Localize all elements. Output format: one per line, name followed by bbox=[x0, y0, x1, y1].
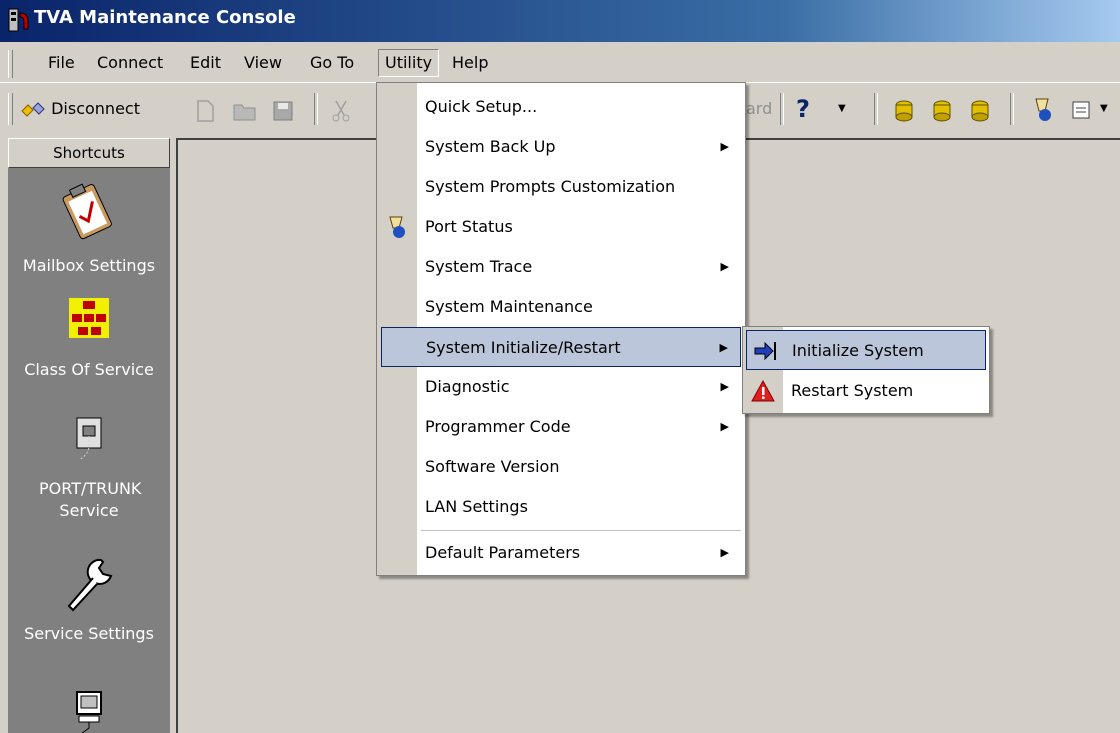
submenu-arrow-icon: ▶ bbox=[720, 420, 729, 433]
menu-utility[interactable]: Utility bbox=[378, 49, 440, 77]
menubar-grip[interactable] bbox=[8, 50, 13, 78]
port-status-icon[interactable] bbox=[1030, 97, 1056, 123]
menu-edit-label: Edit bbox=[190, 53, 221, 72]
menu-goto[interactable]: Go To bbox=[304, 50, 360, 76]
utility-menu: Quick Setup... System Back Up ▶ System Pr… bbox=[376, 82, 746, 576]
menu-item-label: Restart System bbox=[791, 381, 914, 400]
toolbar-separator bbox=[780, 93, 784, 125]
database-download-icon[interactable] bbox=[966, 97, 994, 123]
shortcut-service-settings[interactable]: Service Settings bbox=[8, 556, 170, 643]
menu-view[interactable]: View bbox=[238, 50, 288, 76]
arrow-right-bar-icon bbox=[754, 341, 776, 361]
toolbar-separator bbox=[874, 93, 878, 125]
menu-item-port-status[interactable]: Port Status bbox=[377, 207, 745, 247]
menu-item-label: System Maintenance bbox=[425, 297, 593, 316]
menu-item-label: Quick Setup... bbox=[425, 97, 538, 116]
menu-item-system-prompts-customization[interactable]: System Prompts Customization bbox=[377, 167, 745, 207]
database-icon[interactable] bbox=[890, 97, 918, 123]
menu-item-system-maintenance[interactable]: System Maintenance bbox=[377, 287, 745, 327]
menu-item-default-parameters[interactable]: Default Parameters ▶ bbox=[377, 533, 745, 573]
menu-item-label: Programmer Code bbox=[425, 417, 571, 436]
app-icon bbox=[8, 8, 29, 32]
shortcuts-sidebar: Shortcuts Mailbox Settings Class Of Serv… bbox=[8, 138, 170, 733]
title-bar: TVA Maintenance Console bbox=[0, 0, 1120, 42]
open-folder-icon[interactable] bbox=[232, 99, 258, 123]
toolbar-overflow-icon[interactable]: ▼ bbox=[1100, 95, 1108, 123]
org-chart-icon bbox=[69, 298, 109, 338]
shortcut-port-trunk-label: PORT/TRUNK Service bbox=[39, 479, 142, 520]
menu-bar: File Connect Edit View Go To Utility Hel… bbox=[0, 42, 1120, 83]
cut-icon[interactable] bbox=[330, 99, 352, 123]
view-list-icon[interactable] bbox=[1070, 99, 1092, 121]
menu-item-label: System Trace bbox=[425, 257, 533, 276]
database-upload-icon[interactable] bbox=[928, 97, 956, 123]
menu-goto-label: Go To bbox=[310, 53, 355, 72]
menu-item-diagnostic[interactable]: Diagnostic ▶ bbox=[377, 367, 745, 407]
save-icon[interactable] bbox=[272, 99, 294, 123]
toolbar-separator bbox=[1010, 93, 1014, 125]
submenu-arrow-icon: ▶ bbox=[720, 380, 729, 393]
menu-item-restart-system[interactable]: Restart System bbox=[743, 371, 989, 411]
shortcut-mailbox-label: Mailbox Settings bbox=[22, 256, 156, 275]
menu-utility-label: Utility bbox=[385, 53, 433, 72]
menu-view-label: View bbox=[244, 53, 282, 72]
initialize-restart-submenu: Initialize System Restart System bbox=[742, 326, 990, 414]
shortcut-class-of-service[interactable]: Class Of Service bbox=[8, 298, 170, 379]
menu-item-label: System Prompts Customization bbox=[425, 177, 676, 196]
new-file-icon[interactable] bbox=[194, 99, 216, 123]
submenu-arrow-icon: ▶ bbox=[719, 341, 728, 354]
submenu-arrow-icon: ▶ bbox=[720, 260, 729, 273]
wrench-icon bbox=[67, 558, 113, 612]
toolbar-grip[interactable] bbox=[8, 93, 13, 125]
disconnect-button[interactable]: Disconnect bbox=[20, 95, 140, 123]
shortcut-service-settings-label: Service Settings bbox=[24, 624, 154, 643]
menu-connect-label: Connect bbox=[97, 53, 164, 72]
menu-item-programmer-code[interactable]: Programmer Code ▶ bbox=[377, 407, 745, 447]
disconnect-icon bbox=[21, 101, 45, 117]
menu-item-label: Diagnostic bbox=[425, 377, 510, 396]
menu-item-software-version[interactable]: Software Version bbox=[377, 447, 745, 487]
menu-item-label: System Back Up bbox=[425, 137, 556, 156]
submenu-arrow-icon: ▶ bbox=[720, 546, 729, 559]
shortcuts-header[interactable]: Shortcuts bbox=[8, 138, 170, 168]
menu-file-label: File bbox=[48, 53, 75, 72]
port-status-icon bbox=[389, 216, 405, 238]
menu-item-label: LAN Settings bbox=[425, 497, 528, 516]
menu-item-quick-setup[interactable]: Quick Setup... bbox=[377, 87, 745, 127]
submenu-arrow-icon: ▶ bbox=[720, 140, 729, 153]
help-dropdown-icon[interactable]: ▼ bbox=[838, 95, 846, 123]
menu-connect[interactable]: Connect bbox=[91, 50, 169, 76]
wizard-label[interactable]: ard bbox=[746, 95, 772, 123]
menu-item-lan-settings[interactable]: LAN Settings bbox=[377, 487, 745, 527]
menu-item-label: Initialize System bbox=[792, 341, 924, 360]
menu-item-label: Port Status bbox=[425, 217, 513, 236]
menu-help-label: Help bbox=[452, 53, 489, 72]
help-icon[interactable]: ? bbox=[796, 95, 810, 123]
menu-help[interactable]: Help bbox=[446, 50, 494, 76]
shortcut-computer[interactable] bbox=[8, 690, 170, 733]
warning-icon bbox=[751, 379, 775, 402]
shortcut-class-label: Class Of Service bbox=[24, 360, 154, 379]
menu-edit[interactable]: Edit bbox=[184, 50, 227, 76]
menu-item-label: Software Version bbox=[425, 457, 560, 476]
computer-icon bbox=[76, 691, 102, 733]
menu-item-system-trace[interactable]: System Trace ▶ bbox=[377, 247, 745, 287]
menu-item-system-initialize-restart[interactable]: System Initialize/Restart ▶ bbox=[381, 327, 741, 367]
disconnect-label: Disconnect bbox=[51, 99, 140, 118]
menu-item-label: Default Parameters bbox=[425, 543, 581, 562]
menu-item-label: System Initialize/Restart bbox=[426, 338, 621, 357]
shortcut-mailbox-settings[interactable]: Mailbox Settings bbox=[8, 180, 170, 275]
phone-jack-icon bbox=[76, 417, 102, 461]
menu-item-system-back-up[interactable]: System Back Up ▶ bbox=[377, 127, 745, 167]
toolbar-separator bbox=[314, 93, 318, 125]
menu-item-initialize-system[interactable]: Initialize System bbox=[746, 330, 986, 370]
window-title: TVA Maintenance Console bbox=[34, 7, 296, 28]
menu-file[interactable]: File bbox=[42, 50, 81, 76]
shortcut-port-trunk-service[interactable]: PORT/TRUNK Service bbox=[8, 416, 170, 522]
menu-separator bbox=[421, 530, 741, 531]
clipboard-check-icon bbox=[62, 183, 112, 240]
